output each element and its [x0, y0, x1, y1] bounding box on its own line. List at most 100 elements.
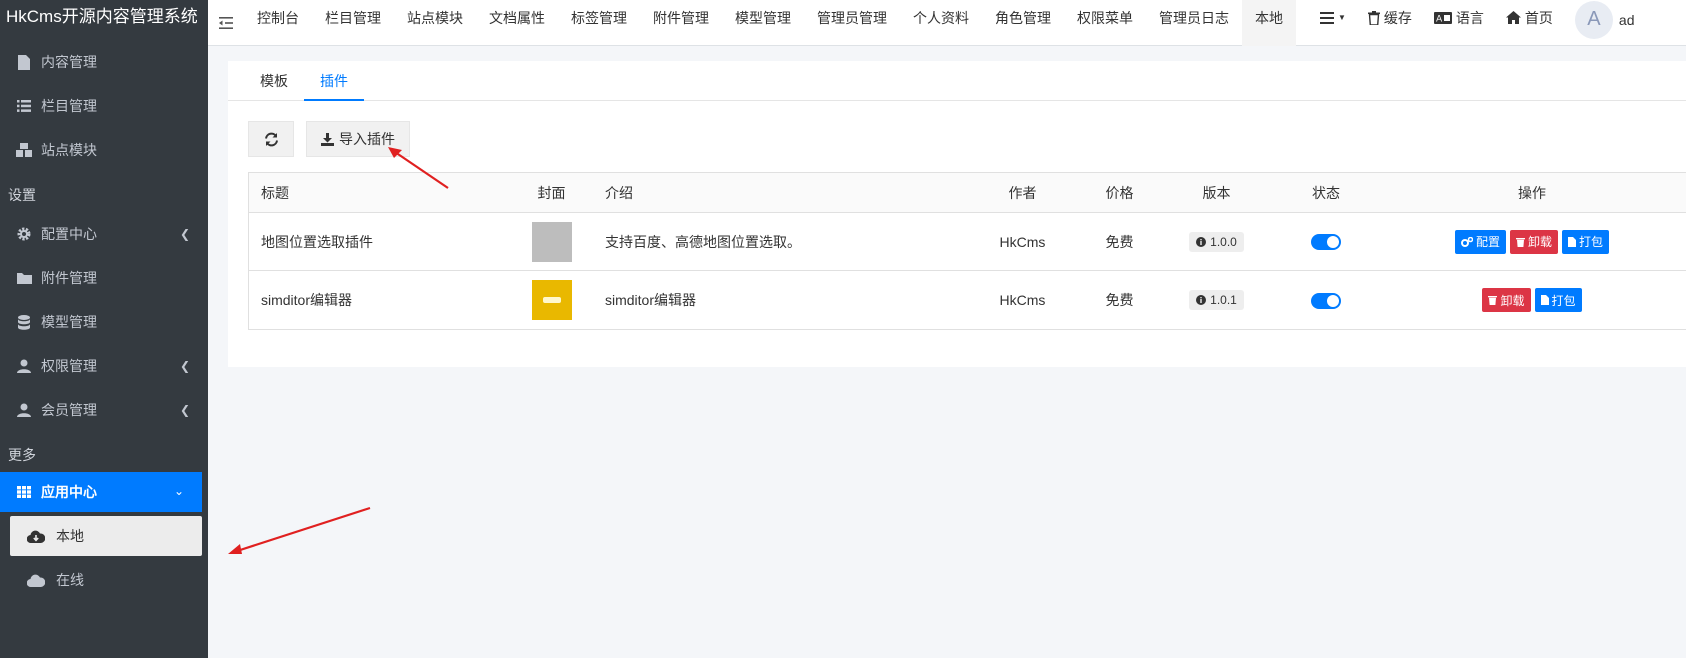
status-toggle[interactable]	[1311, 234, 1341, 251]
sidebar-item-app-center[interactable]: 应用中心 ⌄	[0, 472, 202, 512]
cover-image[interactable]	[531, 221, 572, 262]
cell-title: simditor编辑器	[261, 292, 353, 308]
chevron-down-icon: ⌄	[173, 484, 184, 498]
sidebar-item-attachments[interactable]: 附件管理	[0, 256, 208, 300]
tab-site-module[interactable]: 站点模块	[394, 0, 476, 46]
sidebar-item-label: 附件管理	[41, 270, 97, 286]
cell-version: 1.0.1	[1168, 290, 1265, 310]
tab-admin-log[interactable]: 管理员日志	[1146, 0, 1242, 46]
tab-admins[interactable]: 管理员管理	[804, 0, 900, 46]
col-header-author[interactable]: 作者	[974, 183, 1071, 203]
info-icon	[1196, 295, 1207, 305]
sidebar-item-columns[interactable]: 栏目管理	[0, 84, 208, 128]
cloud-icon	[26, 572, 46, 588]
import-plugin-button[interactable]: 导入插件	[306, 121, 410, 157]
sidebar-subitem-local[interactable]: 本地	[10, 516, 202, 556]
subtab-templates[interactable]: 模板	[244, 61, 304, 101]
brand-title[interactable]: HkCms开源内容管理系统	[0, 0, 208, 40]
tab-roles[interactable]: 角色管理	[982, 0, 1064, 46]
col-header-intro[interactable]: 介绍	[589, 183, 974, 203]
cover-image[interactable]	[531, 280, 572, 320]
tab-columns[interactable]: 栏目管理	[312, 0, 394, 46]
sidebar-item-permissions[interactable]: 权限管理 ❮	[0, 344, 208, 388]
tab-menu-dropdown[interactable]: ▼	[1320, 11, 1346, 24]
version-text: 1.0.0	[1210, 234, 1237, 249]
bars-icon	[1320, 11, 1334, 24]
package-label: 打包	[1551, 293, 1576, 308]
tab-dashboard[interactable]: 控制台	[244, 0, 312, 46]
menu-collapse-icon[interactable]	[208, 0, 244, 46]
package-button[interactable]: 打包	[1534, 288, 1582, 312]
cell-status	[1265, 233, 1387, 251]
import-plugin-label: 导入插件	[339, 131, 395, 147]
home-icon	[1505, 11, 1521, 24]
sidebar-header-more: 更多	[8, 447, 36, 463]
sidebar-item-label: 栏目管理	[41, 98, 97, 114]
sidebar-item-models[interactable]: 模型管理	[0, 300, 208, 344]
cell-actions: 配置 卸载 打包	[1387, 229, 1677, 254]
package-button[interactable]: 打包	[1562, 229, 1610, 254]
trash-icon	[1488, 296, 1498, 305]
cell-cover	[514, 280, 589, 320]
info-icon	[1196, 236, 1207, 247]
tab-profile[interactable]: 个人资料	[900, 0, 982, 46]
refresh-button[interactable]	[248, 121, 294, 157]
tab-doc-attributes[interactable]: 文档属性	[476, 0, 558, 46]
uninstall-label: 卸载	[1527, 235, 1552, 249]
language-button[interactable]: A 语言	[1433, 8, 1484, 28]
list-icon	[15, 98, 33, 114]
sidebar-item-label: 配置中心	[41, 226, 97, 242]
config-button[interactable]: 配置	[1454, 229, 1506, 254]
cell-price: 免费	[1105, 292, 1134, 308]
sidebar-item-site-module[interactable]: 站点模块	[0, 128, 208, 172]
sidebar-item-label: 会员管理	[41, 402, 97, 418]
cell-cover	[514, 221, 589, 262]
refresh-icon	[264, 132, 278, 146]
uninstall-button[interactable]: 卸载	[1509, 229, 1558, 254]
caret-down-icon: ▼	[1338, 13, 1346, 22]
subtab-plugins[interactable]: 插件	[304, 61, 364, 101]
chevron-left-icon: ❮	[179, 359, 190, 373]
sidebar-item-label: 权限管理	[41, 358, 97, 374]
user-name[interactable]: ad	[1619, 12, 1635, 28]
table-row: 地图位置选取插件 支持百度、高德地图位置选取。 HkCms 免费 1.0.0 配…	[249, 213, 1686, 271]
avatar[interactable]: A	[1574, 0, 1613, 39]
home-button[interactable]: 首页	[1505, 8, 1553, 28]
tab-tags[interactable]: 标签管理	[558, 0, 640, 46]
sidebar-item-members[interactable]: 会员管理 ❮	[0, 388, 208, 432]
trash-icon	[1515, 237, 1525, 247]
user-icon	[15, 402, 33, 418]
sidebar: HkCms开源内容管理系统 内容管理 栏目管理 站点模块 设置 配置中心 ❮ 附…	[0, 0, 208, 658]
tab-models[interactable]: 模型管理	[722, 0, 804, 46]
sidebar-item-config-center[interactable]: 配置中心 ❮	[0, 212, 208, 256]
uninstall-label: 卸载	[1500, 293, 1525, 308]
col-header-cover[interactable]: 封面	[514, 183, 589, 203]
col-header-version[interactable]: 版本	[1168, 183, 1265, 203]
col-header-title[interactable]: 标题	[249, 183, 514, 203]
tab-local[interactable]: 本地	[1242, 0, 1296, 46]
content-card: 模板 插件 导入插件 标题 封面 介绍 作者 价格 版本 状态 操作 地图位置选…	[228, 61, 1686, 367]
tab-attachments[interactable]: 附件管理	[640, 0, 722, 46]
cache-button[interactable]: 缓存	[1367, 8, 1412, 28]
tab-permission-menu[interactable]: 权限菜单	[1064, 0, 1146, 46]
cell-version: 1.0.0	[1168, 231, 1265, 252]
cell-intro: 支持百度、高德地图位置选取。	[605, 233, 801, 250]
file-icon	[15, 54, 33, 70]
uninstall-button[interactable]: 卸载	[1482, 288, 1531, 312]
table-header-row: 标题 封面 介绍 作者 价格 版本 状态 操作	[249, 173, 1686, 213]
sidebar-item-label: 应用中心	[41, 484, 97, 500]
cell-title: 地图位置选取插件	[261, 233, 373, 250]
col-header-actions[interactable]: 操作	[1387, 183, 1677, 203]
sidebar-item-content[interactable]: 内容管理	[0, 40, 208, 84]
col-header-price[interactable]: 价格	[1071, 183, 1168, 203]
config-label: 配置	[1475, 235, 1500, 249]
language-icon: A	[1433, 11, 1452, 24]
user-icon	[15, 358, 33, 374]
cell-author: HkCms	[999, 292, 1046, 308]
status-toggle[interactable]	[1311, 292, 1341, 309]
sidebar-subitem-online[interactable]: 在线	[0, 560, 208, 600]
cell-status	[1265, 291, 1387, 309]
database-icon	[15, 314, 33, 330]
annotation-arrow-sidebar	[228, 506, 371, 554]
col-header-status[interactable]: 状态	[1265, 183, 1387, 203]
